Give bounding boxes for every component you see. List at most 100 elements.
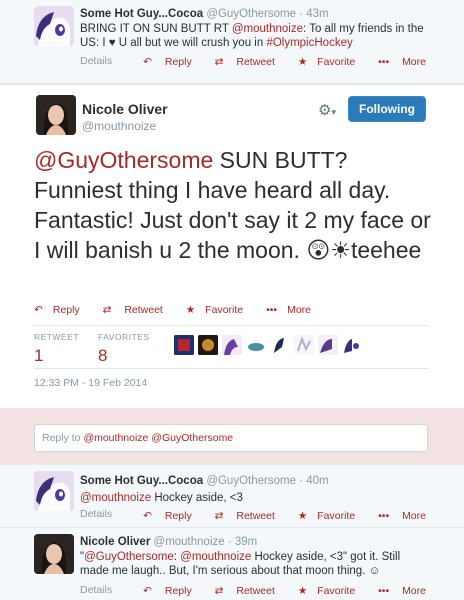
user-name[interactable]: Nicole Oliver xyxy=(80,536,150,548)
avatar[interactable] xyxy=(34,534,74,574)
reply-icon: ↶ xyxy=(34,304,43,316)
avatar-icon xyxy=(318,335,338,355)
details-link[interactable]: Details xyxy=(80,55,112,67)
tweet-compact-2[interactable]: Some Hot Guy...Cocoa @GuyOthersome · 40m… xyxy=(0,464,464,528)
favorite-label: Favorite xyxy=(205,304,244,316)
favoriter-avatar[interactable] xyxy=(246,335,266,355)
user-handle[interactable]: @mouthnoize xyxy=(154,536,225,548)
tweet-text: @mouthnoize Hockey aside, <3 xyxy=(80,491,436,505)
following-button[interactable]: Following xyxy=(348,96,426,122)
tweet-compact-3[interactable]: Nicole Oliver @mouthnoize · 39m "@GuyOth… xyxy=(0,528,464,600)
more-label: More xyxy=(402,510,426,522)
avatar[interactable] xyxy=(36,95,76,135)
gear-icon[interactable]: ⚙▾ xyxy=(318,101,336,119)
text-segment: BRING IT ON SUN BUTT RT xyxy=(80,23,232,35)
retweet-label: Retweet xyxy=(236,510,275,522)
mention-link[interactable]: @GuyOthersome xyxy=(34,147,213,173)
favorites-count: 8 xyxy=(98,346,108,365)
more-dots-icon: ••• xyxy=(266,304,278,316)
reply-label: Reply xyxy=(52,304,80,316)
favoriter-avatar[interactable] xyxy=(294,335,314,355)
user-name[interactable]: Some Hot Guy...Cocoa xyxy=(80,8,203,20)
reply-label: Reply xyxy=(164,56,192,68)
mention-link[interactable]: @GuyOthersome xyxy=(84,551,174,563)
user-name[interactable]: Some Hot Guy...Cocoa xyxy=(80,475,203,487)
tweet-time[interactable]: · 43m xyxy=(299,8,328,20)
favorite-label: Favorite xyxy=(317,585,356,597)
avatar-icon xyxy=(198,335,218,355)
user-handle[interactable]: @GuyOthersome xyxy=(206,8,296,20)
star-icon: ★ xyxy=(297,510,308,522)
more-button[interactable]: ••• More xyxy=(266,304,321,316)
retweet-count: 1 xyxy=(34,346,44,365)
avatar-icon xyxy=(222,335,242,355)
retweet-button[interactable]: ⇄ Retweet xyxy=(205,510,275,522)
reply-button[interactable]: ↶ Reply xyxy=(133,510,192,522)
mention-link[interactable]: @mouthnoize xyxy=(232,23,303,35)
retweet-button[interactable]: ⇄ Retweet xyxy=(103,304,173,316)
reply-button[interactable]: ↶ Reply xyxy=(133,56,192,68)
user-name[interactable]: Nicole Oliver xyxy=(82,101,168,117)
reply-icon: ↶ xyxy=(143,585,152,597)
retweet-button[interactable]: ⇄ Retweet xyxy=(205,56,275,68)
favoriter-avatar[interactable] xyxy=(270,335,290,355)
favoriter-avatar[interactable] xyxy=(174,335,194,355)
hashtag-link[interactable]: #OlympicHockey xyxy=(266,37,352,49)
heart-icon: ♥ xyxy=(108,37,116,49)
tweet-compact-1[interactable]: Some Hot Guy...Cocoa @GuyOthersome · 43m… xyxy=(0,0,464,84)
tweet-time[interactable]: · 40m xyxy=(299,475,328,487)
more-label: More xyxy=(287,304,312,316)
star-icon: ★ xyxy=(297,56,308,68)
details-link[interactable]: Details xyxy=(80,508,112,520)
reply-button[interactable]: ↶ Reply xyxy=(133,585,192,597)
avatar-icon xyxy=(270,335,290,355)
reply-button[interactable]: ↶ Reply xyxy=(34,304,90,316)
user-handle[interactable]: @GuyOthersome xyxy=(206,475,296,487)
mention-link[interactable]: @mouthnoize xyxy=(80,492,151,504)
reply-label: Reply xyxy=(164,510,192,522)
reply-mentions: @mouthnoize @GuyOthersome xyxy=(83,432,234,444)
favoriter-avatar[interactable] xyxy=(342,335,362,355)
favoriter-avatar[interactable] xyxy=(198,335,218,355)
reply-icon: ↶ xyxy=(143,56,152,68)
favorite-button[interactable]: ★ Favorite xyxy=(288,585,355,597)
favorite-button[interactable]: ★ Favorite xyxy=(288,56,355,68)
user-handle[interactable]: @mouthnoize xyxy=(82,119,156,133)
tweet-text: @GuyOthersome SUN BUTT? Funniest thing I… xyxy=(34,145,434,265)
tweet-time[interactable]: · 39m xyxy=(228,536,257,548)
retweet-stat[interactable]: RETWEET 1 xyxy=(34,332,79,366)
favoriter-avatar[interactable] xyxy=(318,335,338,355)
avatar-icon xyxy=(342,335,362,355)
text-segment: Hockey aside, <3 xyxy=(151,492,243,504)
retweet-label: Retweet xyxy=(236,56,275,68)
profile-photo-icon xyxy=(34,534,74,574)
more-button[interactable]: ••• More xyxy=(368,56,426,68)
retweet-label: Retweet xyxy=(236,585,275,597)
tweet-actions: ↶ Reply ⇄ Retweet ★ Favorite ••• More xyxy=(123,510,426,522)
favoriter-avatar[interactable] xyxy=(222,335,242,355)
avatar[interactable] xyxy=(34,6,74,46)
more-label: More xyxy=(402,585,426,597)
avatar[interactable] xyxy=(34,471,74,511)
mention-link[interactable]: @mouthnoize xyxy=(180,551,251,563)
avatar-icon xyxy=(246,335,266,355)
more-dots-icon: ••• xyxy=(378,510,390,522)
tweet-header: Some Hot Guy...Cocoa @GuyOthersome · 43m xyxy=(80,8,329,20)
tweet-text: BRING IT ON SUN BUTT RT @mouthnoize: To … xyxy=(80,22,436,50)
reply-prefix: Reply to xyxy=(42,432,84,444)
favorite-button[interactable]: ★ Favorite xyxy=(186,304,253,316)
favorite-button[interactable]: ★ Favorite xyxy=(288,510,355,522)
favorite-label: Favorite xyxy=(317,56,356,68)
more-button[interactable]: ••• More xyxy=(368,510,426,522)
retweet-button[interactable]: ⇄ Retweet xyxy=(205,585,275,597)
favorites-stat[interactable]: FAVORITES 8 xyxy=(98,332,150,366)
tweet-expanded: Nicole Oliver @mouthnoize ⚙▾ Following @… xyxy=(0,84,464,408)
tweet-actions: ↶ Reply ⇄ Retweet ★ Favorite ••• More xyxy=(123,56,426,68)
retweet-icon: ⇄ xyxy=(214,56,224,68)
details-link[interactable]: Details xyxy=(80,584,112,596)
tweet-timestamp[interactable]: 12:33 PM - 19 Feb 2014 xyxy=(34,377,147,389)
avatar-icon xyxy=(294,335,314,355)
text-segment: U all but we will crush you in xyxy=(115,37,267,49)
reply-input[interactable]: Reply to @mouthnoize @GuyOthersome xyxy=(34,424,428,452)
more-button[interactable]: ••• More xyxy=(368,585,426,597)
